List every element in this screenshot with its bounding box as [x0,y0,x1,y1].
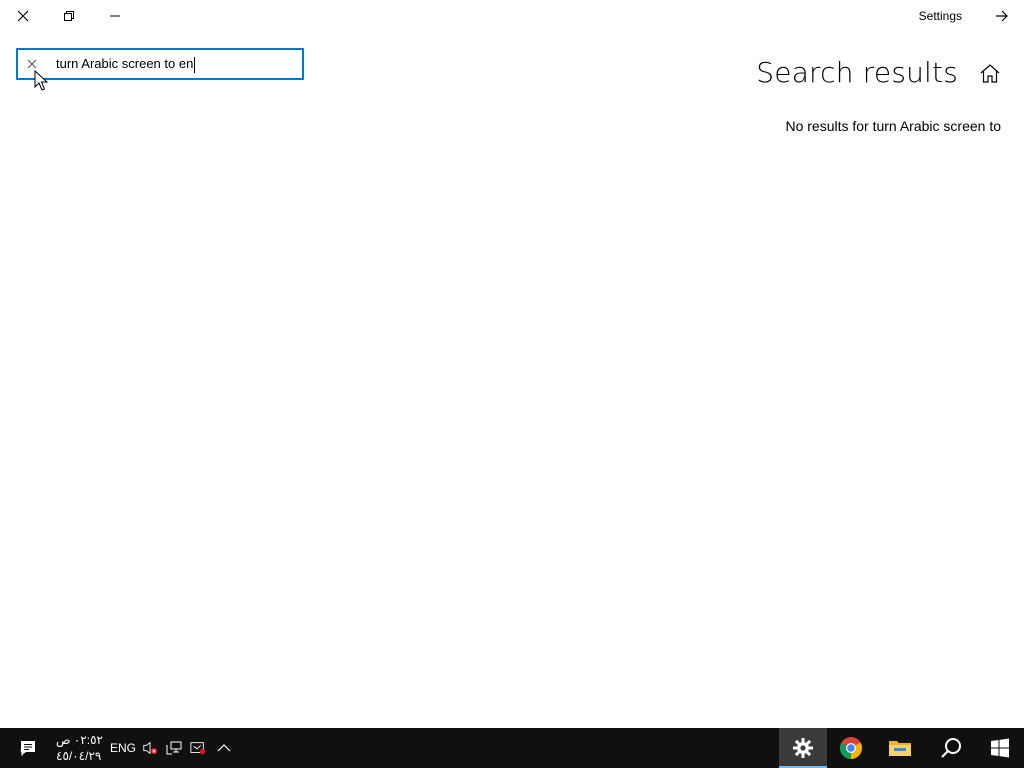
clock-date[interactable]: ٤٥/٠٤/٢٩ [56,749,101,763]
device-warning-icon [190,742,206,755]
text-caret [194,56,196,73]
action-center-button[interactable] [8,728,48,768]
arrow-right-icon [996,10,1008,22]
volume-muted-icon [143,741,158,755]
mouse-cursor-icon [34,70,48,91]
notification-count: ٣ [20,748,26,759]
gear-icon [793,738,813,758]
search-box[interactable]: turn Arabic screen to en [16,48,304,80]
start-button[interactable] [976,728,1024,768]
close-icon [17,10,29,22]
restore-button[interactable] [46,0,92,32]
search-icon [941,738,961,758]
show-hidden-icons-button[interactable] [216,740,232,756]
tray-app-button[interactable] [190,740,206,756]
taskbar-chrome[interactable] [827,728,875,768]
app-title: Settings [918,9,962,23]
taskbar-settings[interactable] [779,728,827,768]
language-indicator[interactable]: ENG [110,741,136,755]
clear-icon [27,59,37,69]
network-icon [166,741,182,755]
home-button[interactable] [978,62,1002,84]
clock-time[interactable]: ٠٢:٥٢ ص [56,733,103,747]
restore-icon [64,11,74,21]
taskbar: ٣ ٠٢:٥٢ ص ٤٥/٠٤/٢٩ ENG [0,728,1024,768]
minimize-button[interactable] [92,0,138,32]
search-input-text: turn Arabic screen to en [56,56,194,71]
taskbar-search[interactable] [927,728,975,768]
search-input[interactable]: turn Arabic screen to en [56,50,196,78]
minimize-icon [110,15,120,17]
chevron-up-icon [217,744,231,752]
close-button[interactable] [0,0,46,32]
volume-button[interactable] [142,740,158,756]
chrome-icon [840,737,862,759]
taskbar-file-explorer[interactable] [876,728,924,768]
folder-icon [889,741,911,756]
home-icon [980,64,1000,83]
network-button[interactable] [166,740,182,756]
no-results-message: No results for turn Arabic screen to [785,118,1001,134]
page-title: Search results [756,56,958,89]
back-button[interactable] [990,4,1014,28]
windows-logo-icon [991,738,1009,758]
title-bar: Settings [0,0,1024,32]
